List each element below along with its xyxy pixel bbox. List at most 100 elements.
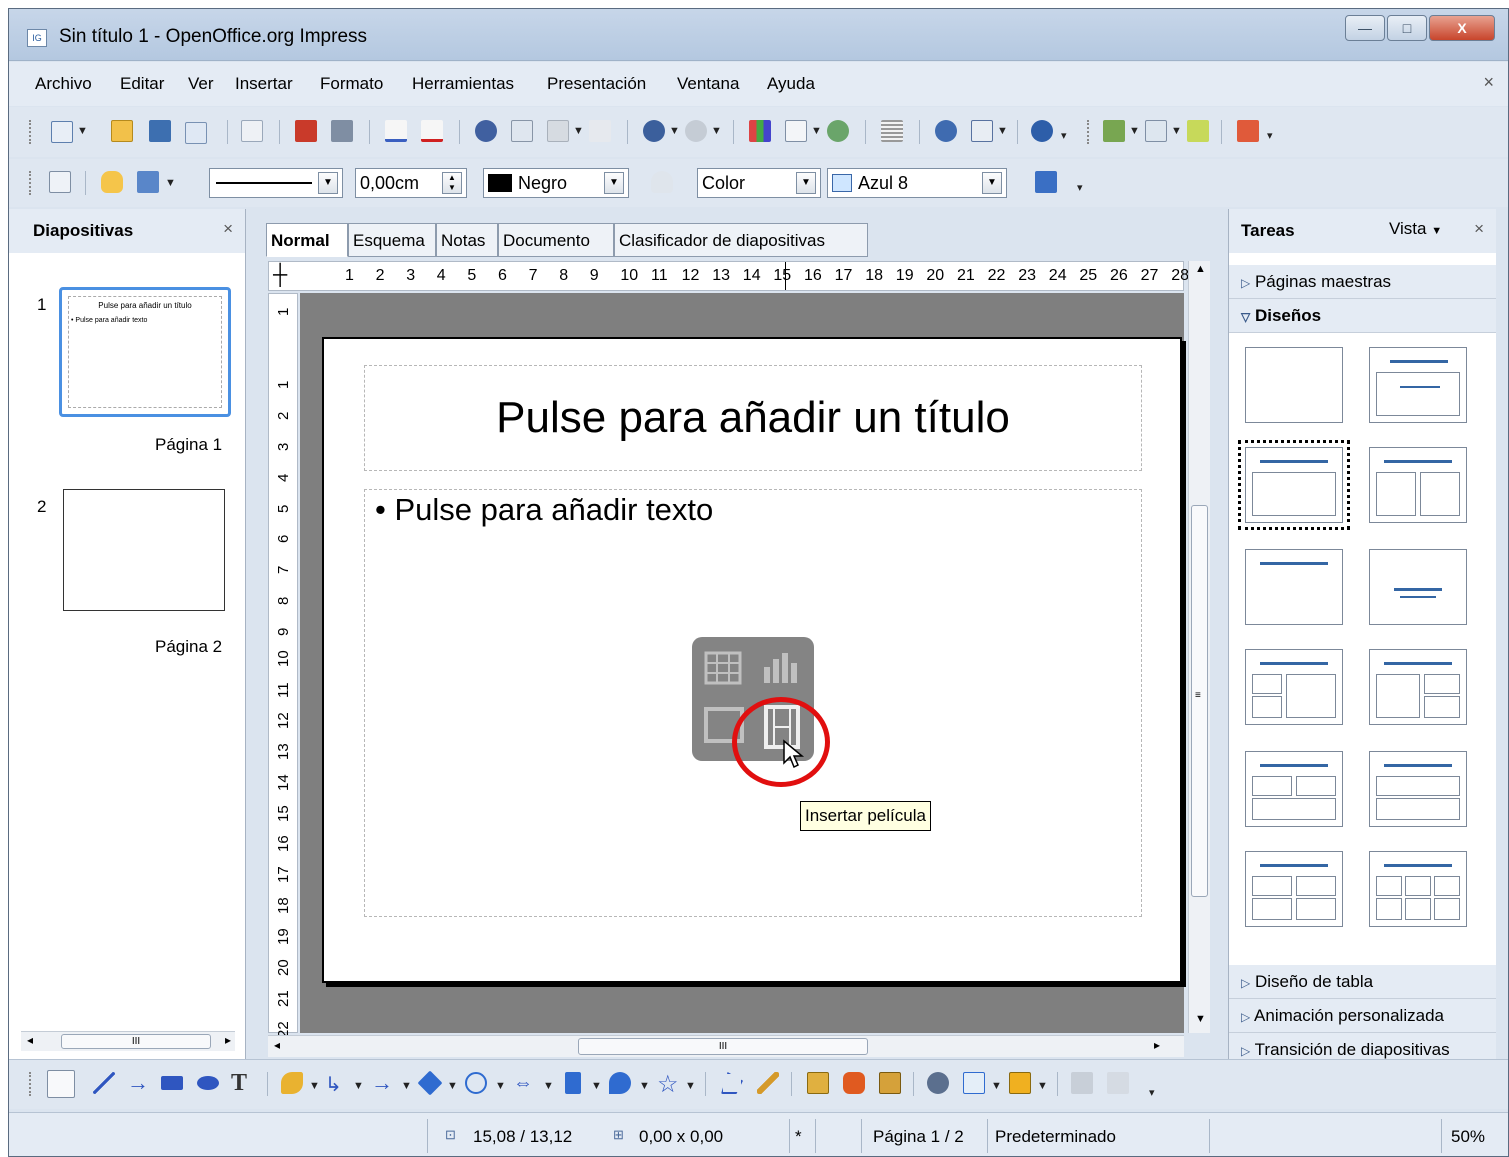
- autospellcheck-icon[interactable]: [421, 120, 443, 142]
- rectangle-tool-icon[interactable]: [161, 1076, 183, 1090]
- slide-icon[interactable]: [1103, 120, 1125, 142]
- cut-icon[interactable]: [475, 120, 497, 142]
- zoom-icon[interactable]: [971, 120, 993, 142]
- slide-design-dropdown-icon[interactable]: ▼: [1171, 125, 1182, 137]
- maximize-button[interactable]: □: [1387, 15, 1427, 41]
- layout-title-content-over-content[interactable]: [1369, 751, 1467, 827]
- area-color-dropdown-icon[interactable]: ▼: [982, 172, 1002, 194]
- undo-icon[interactable]: [643, 120, 665, 142]
- master-page-name[interactable]: Predeterminado: [995, 1127, 1116, 1147]
- insert-table-icon[interactable]: [700, 645, 748, 693]
- new-dropdown-icon[interactable]: ▼: [77, 125, 88, 137]
- menu-ventana[interactable]: Ventana: [677, 74, 739, 94]
- arrow-style-dropdown-icon[interactable]: ▼: [165, 177, 176, 189]
- close-document-icon[interactable]: ×: [1483, 72, 1494, 93]
- paste-icon[interactable]: [547, 120, 569, 142]
- arrow-tool-icon[interactable]: →: [127, 1072, 149, 1094]
- section-master-pages[interactable]: ▷ Páginas maestras: [1229, 265, 1496, 299]
- area-style-dropdown-icon[interactable]: ▼: [796, 172, 816, 194]
- gallery-toggle-icon[interactable]: [879, 1072, 901, 1094]
- slide-canvas[interactable]: Pulse para añadir un título • Pulse para…: [322, 337, 1182, 983]
- editing-hscroll-thumb[interactable]: III: [578, 1038, 868, 1055]
- arrow-style-icon[interactable]: [137, 171, 159, 193]
- slide-dropdown-icon[interactable]: ▼: [1129, 125, 1140, 137]
- shadow-icon[interactable]: [1035, 171, 1057, 193]
- grid-icon[interactable]: [881, 120, 903, 142]
- slide-thumbnail-1[interactable]: Pulse para añadir un título • Pulse para…: [59, 287, 231, 417]
- flowchart-dropdown-icon[interactable]: ▼: [591, 1080, 602, 1092]
- points-edit-icon[interactable]: [721, 1072, 743, 1094]
- layout-title-six-content[interactable]: [1369, 851, 1467, 927]
- curve-tool-icon[interactable]: [281, 1072, 303, 1094]
- symbol-shapes-dropdown-icon[interactable]: ▼: [495, 1080, 506, 1092]
- area-style-select[interactable]: Color ▼: [697, 168, 821, 198]
- toolbar-grip[interactable]: [29, 1072, 33, 1096]
- tab-normal[interactable]: Normal: [266, 223, 348, 257]
- layout-blank[interactable]: [1245, 347, 1343, 423]
- export-pdf-icon[interactable]: [295, 120, 317, 142]
- undo-dropdown-icon[interactable]: ▼: [669, 125, 680, 137]
- menu-ver[interactable]: Ver: [188, 74, 214, 94]
- paste-dropdown-icon[interactable]: ▼: [573, 125, 584, 137]
- slides-scroll-thumb[interactable]: III: [61, 1034, 211, 1049]
- menu-formato[interactable]: Formato: [320, 74, 383, 94]
- line-style-select[interactable]: ▼: [209, 168, 343, 198]
- insert-chart-icon[interactable]: [758, 645, 806, 693]
- tab-esquema[interactable]: Esquema: [348, 223, 436, 257]
- toolbar-overflow-icon[interactable]: ▾: [1149, 1086, 1155, 1099]
- new-document-icon[interactable]: [51, 121, 73, 143]
- stars-icon[interactable]: ☆: [657, 1070, 679, 1098]
- line-color-dropdown-icon[interactable]: ▼: [604, 172, 624, 194]
- scroll-up-icon[interactable]: ▲: [1195, 263, 1206, 275]
- title-placeholder[interactable]: Pulse para añadir un título: [364, 365, 1142, 471]
- modified-indicator[interactable]: *: [795, 1127, 802, 1147]
- layout-title-content[interactable]: [1238, 440, 1350, 530]
- slides-panel-hscroll[interactable]: ◂ III ▸: [21, 1031, 235, 1051]
- ellipse-tool-icon[interactable]: [197, 1076, 219, 1090]
- layout-title-content-two[interactable]: [1245, 649, 1343, 725]
- toolbar-grip[interactable]: [29, 120, 33, 144]
- menu-presentacion[interactable]: Presentación: [547, 74, 646, 94]
- line-tool-icon[interactable]: [93, 1072, 115, 1094]
- toolbar-grip[interactable]: [29, 171, 33, 195]
- redo-dropdown-icon[interactable]: ▼: [711, 125, 722, 137]
- view-menu-button[interactable]: Vista ▼: [1389, 219, 1442, 239]
- scroll-right-icon[interactable]: ▸: [1154, 1038, 1160, 1052]
- tab-notas[interactable]: Notas: [436, 223, 498, 257]
- layout-title-only[interactable]: [1369, 347, 1467, 423]
- line-width-field[interactable]: 0,00cm ▲ ▼: [355, 168, 467, 198]
- line-color-select[interactable]: Negro ▼: [483, 168, 629, 198]
- slide-thumbnail-2[interactable]: [63, 489, 225, 611]
- line-width-spinner-icon[interactable]: ▲ ▼: [442, 172, 462, 194]
- area-fill-icon[interactable]: [651, 171, 673, 193]
- callouts-icon[interactable]: [609, 1072, 631, 1094]
- horizontal-ruler[interactable]: ┼ 1 2 3 4 5 6 7 8 9 10 11 12 13 14 15 16 17 18 19 20 21 22 23 2…: [268, 261, 1189, 291]
- edit-file-icon[interactable]: [241, 120, 263, 142]
- menu-archivo[interactable]: Archivo: [35, 74, 92, 94]
- stars-dropdown-icon[interactable]: ▼: [685, 1080, 696, 1092]
- minimize-button[interactable]: —: [1345, 15, 1385, 41]
- close-button[interactable]: X: [1429, 15, 1495, 41]
- master-slide-icon[interactable]: [1187, 120, 1209, 142]
- flowchart-icon[interactable]: [565, 1072, 581, 1094]
- align-dropdown-icon[interactable]: ▼: [991, 1080, 1002, 1092]
- line-style-dropdown-icon[interactable]: ▼: [318, 172, 338, 194]
- copy-icon[interactable]: [511, 120, 533, 142]
- basic-shapes-icon[interactable]: [417, 1070, 443, 1096]
- section-layouts[interactable]: ▽ Diseños: [1229, 299, 1496, 333]
- insert-image-icon[interactable]: [843, 1072, 865, 1094]
- connector-tool-icon[interactable]: ↳: [325, 1072, 347, 1096]
- tab-documento[interactable]: Documento: [498, 223, 614, 257]
- lines-arrows-icon[interactable]: →: [371, 1072, 393, 1094]
- editing-hscroll[interactable]: ◂ III ▸: [268, 1035, 1184, 1057]
- help-icon[interactable]: [1031, 120, 1053, 142]
- table-icon[interactable]: [785, 120, 807, 142]
- section-table-design[interactable]: ▷ Diseño de tabla: [1229, 965, 1496, 999]
- slide-design-icon[interactable]: [1145, 120, 1167, 142]
- vertical-ruler[interactable]: 1 1 2 3 4 5 6 7 8 9 10 11 12 13 14 15 16 17 18 19 20 21 22: [268, 293, 298, 1038]
- arrange-dropdown-icon[interactable]: ▼: [1037, 1080, 1048, 1092]
- zoom-level[interactable]: 50%: [1451, 1127, 1485, 1147]
- menu-editar[interactable]: Editar: [120, 74, 164, 94]
- fontwork-icon[interactable]: [807, 1072, 829, 1094]
- layout-title-four-content[interactable]: [1245, 851, 1343, 927]
